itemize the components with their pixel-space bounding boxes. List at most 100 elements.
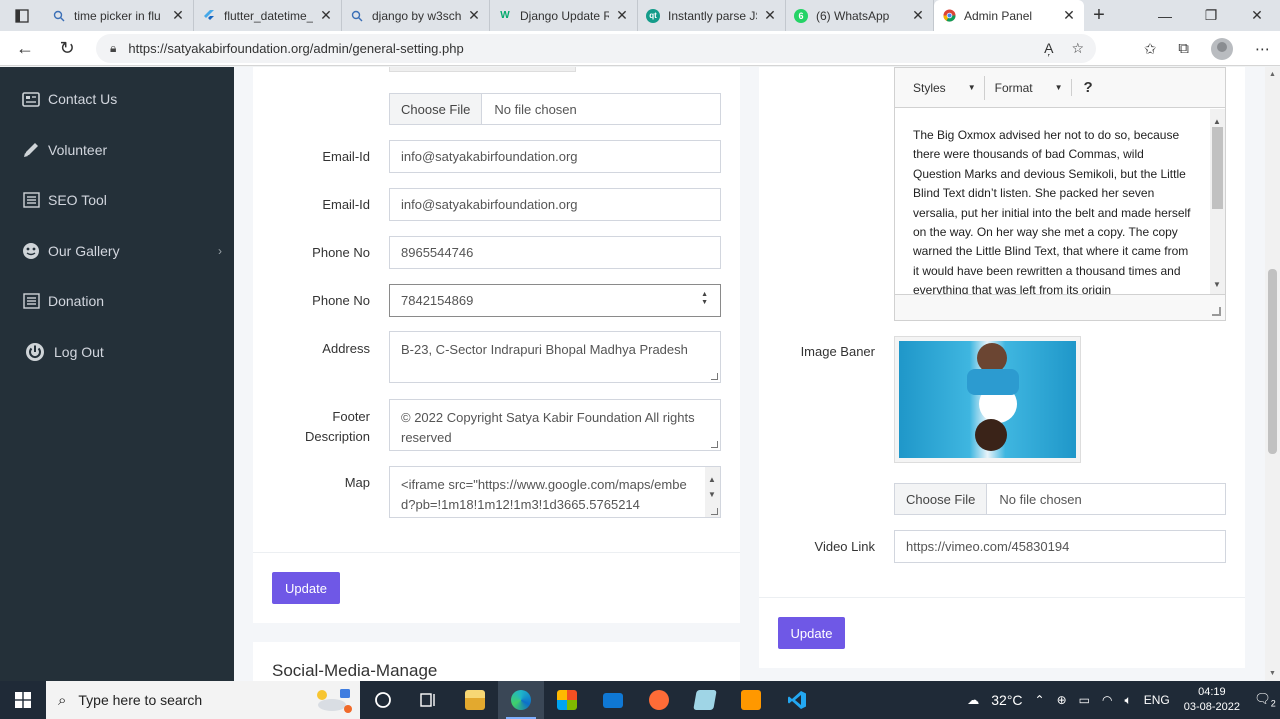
task-view-icon[interactable] xyxy=(360,681,406,719)
battery-icon[interactable]: ▭ xyxy=(1079,693,1090,707)
restore-icon[interactable]: ❐ xyxy=(1188,0,1234,31)
browser-tab[interactable]: flutter_datetime_p ✕ xyxy=(194,0,342,31)
store-icon[interactable] xyxy=(544,681,590,719)
sidebar-item-donation[interactable]: Donation xyxy=(0,276,234,327)
back-icon[interactable]: ← xyxy=(4,38,46,59)
minimize-icon[interactable]: — xyxy=(1142,0,1188,31)
collections-icon[interactable]: ⧉ xyxy=(1178,40,1189,57)
close-tab-icon[interactable]: ✕ xyxy=(467,7,481,24)
file-explorer-icon[interactable] xyxy=(452,681,498,719)
chevron-up-icon[interactable]: ⌃ xyxy=(1035,693,1045,707)
refresh-icon[interactable]: ↻ xyxy=(46,38,88,59)
chrome-icon xyxy=(942,9,956,23)
resize-handle-icon[interactable] xyxy=(711,441,718,448)
notifications-icon[interactable]: 🗨︎2 xyxy=(1250,691,1280,709)
wifi-icon[interactable]: ◠ xyxy=(1102,693,1112,707)
footer-description-textarea[interactable]: © 2022 Copyright Satya Kabir Foundation … xyxy=(389,399,721,451)
phone-field[interactable]: 8965544746 xyxy=(389,236,721,269)
banner-file-input[interactable]: Choose File No file chosen xyxy=(894,483,1226,515)
choose-file-button[interactable]: Choose File xyxy=(895,484,988,514)
scrollbar-thumb[interactable] xyxy=(1212,127,1223,209)
format-dropdown[interactable]: Format ▼ xyxy=(983,75,1071,100)
close-tab-icon[interactable]: ✕ xyxy=(171,7,185,24)
windows-start-icon[interactable] xyxy=(0,681,46,719)
styles-dropdown[interactable]: Styles ▼ xyxy=(895,76,984,100)
notepad-icon[interactable] xyxy=(682,681,728,719)
sidebar-item-volunteer[interactable]: Volunteer xyxy=(0,125,234,176)
sidebar-item-contact-us[interactable]: Contact Us xyxy=(0,74,234,125)
tab-title: Instantly parse JS xyxy=(668,8,757,23)
taskbar-search-field[interactable]: ⌕ Type here to search xyxy=(46,681,360,719)
browser-tab[interactable]: qt Instantly parse JS ✕ xyxy=(638,0,786,31)
video-link-field[interactable]: https://vimeo.com/45830194 xyxy=(894,530,1226,563)
edge-browser-icon[interactable] xyxy=(498,681,544,719)
email-field-secondary[interactable]: info@satyakabirfoundation.org xyxy=(389,188,721,221)
browser-toolbar: ✩ ⧉ ⋯ xyxy=(1144,31,1270,66)
weather-cloud-icon[interactable]: ☁︎ xyxy=(967,693,979,707)
close-tab-icon[interactable]: ✕ xyxy=(911,7,925,24)
browser-tab[interactable]: W Django Update R ✕ xyxy=(490,0,638,31)
vscode-icon[interactable] xyxy=(774,681,820,719)
close-window-icon[interactable]: ✕ xyxy=(1234,0,1280,31)
map-textarea[interactable]: <iframe src="https://www.google.com/maps… xyxy=(389,466,721,518)
clock[interactable]: 04:19 03-08-2022 xyxy=(1184,685,1240,715)
clock-time: 04:19 xyxy=(1198,686,1226,698)
scrollbar-thumb[interactable] xyxy=(1268,269,1277,454)
editor-content[interactable]: The Big Oxmox advised her not to do so, … xyxy=(895,109,1225,296)
number-stepper-icon[interactable]: ▲ ▼ xyxy=(701,291,708,307)
language-indicator[interactable]: ENG xyxy=(1144,693,1170,707)
resize-grip-icon[interactable] xyxy=(1212,307,1221,316)
resize-handle-icon[interactable] xyxy=(711,508,718,515)
sidebar-item-seo-tool[interactable]: SEO Tool xyxy=(0,175,234,226)
address-label: Address xyxy=(322,341,370,356)
editor-toolbar: Styles ▼ Format ▼ ? xyxy=(895,68,1225,108)
profile-avatar[interactable] xyxy=(1211,37,1233,60)
sidebar-item-our-gallery[interactable]: Our Gallery › xyxy=(0,226,234,277)
close-tab-icon[interactable]: ✕ xyxy=(615,7,629,24)
banner-photo xyxy=(899,341,1076,458)
url-field[interactable]: 🔒︎ https://satyakabirfoundation.org/admi… xyxy=(96,34,1096,63)
address-textarea[interactable]: B-23, C-Sector Indrapuri Bhopal Madhya P… xyxy=(389,331,721,383)
sublime-text-icon[interactable] xyxy=(728,681,774,719)
postman-icon[interactable] xyxy=(636,681,682,719)
image-banner-label: Image Baner xyxy=(800,344,875,359)
window-controls: — ❐ ✕ xyxy=(1142,0,1280,31)
list-icon xyxy=(20,292,42,310)
close-tab-icon[interactable]: ✕ xyxy=(763,7,777,24)
favorites-icon[interactable]: ✩ xyxy=(1144,40,1157,58)
tab-actions-icon[interactable] xyxy=(0,0,44,31)
browser-tab[interactable]: django by w3schoo ✕ xyxy=(342,0,490,31)
read-aloud-icon[interactable]: A᷊ xyxy=(1044,40,1053,57)
logo-file-input[interactable]: Choose File No file chosen xyxy=(389,93,721,125)
browser-tab[interactable]: 6 (6) WhatsApp ✕ xyxy=(786,0,934,31)
browser-tab-active[interactable]: Admin Panel ✕ xyxy=(934,0,1084,31)
temperature-text[interactable]: 32°C xyxy=(991,692,1022,708)
timeline-icon[interactable] xyxy=(406,681,452,719)
new-tab-icon[interactable]: + xyxy=(1084,4,1114,27)
phone-field-secondary[interactable]: 7842154869 ▲ ▼ xyxy=(389,284,721,317)
browser-tab[interactable]: time picker in flu ✕ xyxy=(44,0,194,31)
resize-handle-icon[interactable] xyxy=(711,373,718,380)
choose-file-button[interactable]: Choose File xyxy=(390,94,483,124)
page-scrollbar[interactable]: ▲ ▼ xyxy=(1265,67,1280,681)
email-field[interactable]: info@satyakabirfoundation.org xyxy=(389,140,721,173)
more-menu-icon[interactable]: ⋯ xyxy=(1255,40,1270,58)
update-button[interactable]: Update xyxy=(778,617,845,649)
sidebar-item-log-out[interactable]: Log Out xyxy=(0,327,234,378)
update-button[interactable]: Update xyxy=(272,572,340,604)
favorite-add-icon[interactable]: ☆ xyxy=(1071,40,1084,57)
close-tab-icon[interactable]: ✕ xyxy=(1062,7,1076,24)
editor-scrollbar[interactable]: ▲ ▼ xyxy=(1210,109,1225,296)
tab-title: time picker in flu xyxy=(74,8,161,23)
editor-statusbar xyxy=(895,294,1225,320)
weather-widget-icon[interactable] xyxy=(312,685,352,715)
close-tab-icon[interactable]: ✕ xyxy=(319,7,333,24)
flutter-icon xyxy=(202,9,216,23)
volume-icon[interactable]: 🔈︎ xyxy=(1125,693,1132,708)
windows-taskbar: ⌕ Type here to search ☁︎ 32°C ⌃ ⊕ ▭ ◠ 🔈︎… xyxy=(0,681,1280,719)
help-icon[interactable]: ? xyxy=(1070,79,1093,96)
chevron-down-icon: ▼ xyxy=(1054,83,1063,92)
photo-person xyxy=(975,419,1007,451)
mail-icon[interactable] xyxy=(590,681,636,719)
meet-now-icon[interactable]: ⊕ xyxy=(1057,693,1067,707)
